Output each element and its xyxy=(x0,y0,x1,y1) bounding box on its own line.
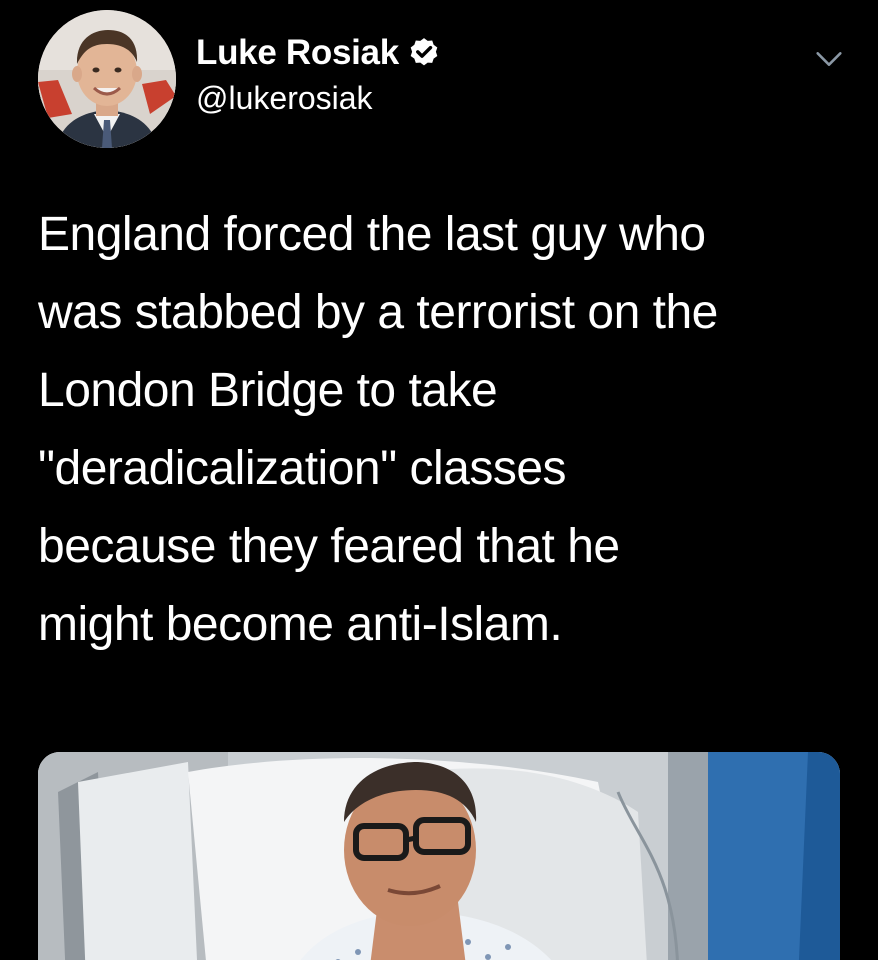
tweet-text-line: was stabbed by a terrorist on the xyxy=(38,286,718,339)
tweet-text: England forced the last guy who was stab… xyxy=(38,196,838,664)
attached-photo xyxy=(38,752,840,960)
author-display-name[interactable]: Luke Rosiak xyxy=(196,33,399,73)
tweet-text-line: "deradicalization" classes xyxy=(38,442,567,495)
tweet-text-line: London Bridge to take xyxy=(38,364,498,417)
chevron-down-icon[interactable] xyxy=(812,42,846,76)
tweet-text-line: England forced the last guy who xyxy=(38,208,706,261)
verified-badge-icon xyxy=(410,38,438,66)
author-handle[interactable]: @lukerosiak xyxy=(196,80,373,117)
tweet-media-photo[interactable] xyxy=(38,752,840,960)
tweet-text-line: because they feared that he xyxy=(38,520,620,573)
profile-photo xyxy=(38,10,176,148)
tweet-text-line: might become anti-Islam. xyxy=(38,598,563,651)
author-name-row: Luke Rosiak xyxy=(196,30,441,76)
tweet-card: Luke Rosiak @lukerosiak England forced t… xyxy=(0,0,878,960)
author-avatar[interactable] xyxy=(38,10,176,148)
